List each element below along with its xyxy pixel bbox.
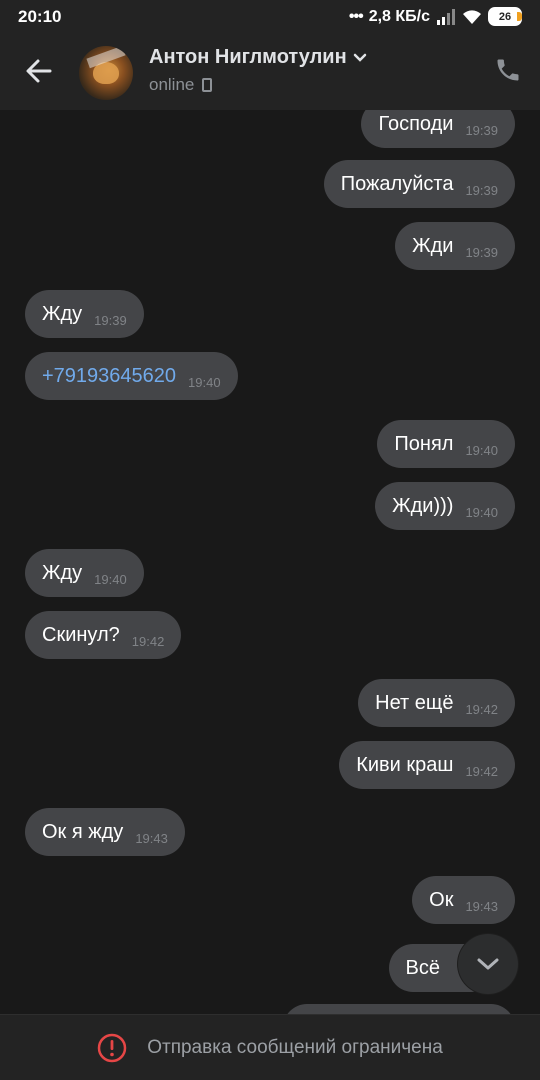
message-bubble[interactable]: Господи 19:39	[361, 110, 515, 148]
message-time: 19:40	[94, 571, 127, 587]
battery-icon: 26	[488, 7, 522, 26]
contact-avatar[interactable]	[79, 46, 133, 100]
message-time: 19:40	[465, 442, 498, 458]
message-text: Нет ещё	[375, 691, 454, 714]
message-text: Жди)))	[392, 494, 454, 517]
message-bubble[interactable]: Понял 19:40	[377, 420, 515, 468]
message-bubble[interactable]: Жду 19:40	[25, 549, 144, 597]
status-indicators: ••• 2,8 КБ/с 26	[349, 7, 522, 26]
message-list[interactable]: Господи 19:39 Пожалуйста 19:39 Жди 19:39…	[0, 110, 540, 1015]
signal-icon	[437, 8, 455, 25]
message-time: 19:40	[188, 374, 221, 390]
contact-name-text: Антон Ниглмотулин	[149, 46, 347, 68]
message-time: 19:40	[465, 504, 498, 520]
arrow-left-icon[interactable]	[22, 54, 56, 88]
message-text: Ок я жду	[42, 820, 124, 843]
status-bar: 20:10 ••• 2,8 КБ/с 26	[0, 0, 540, 34]
message-bubble[interactable]: +79193645620 19:40	[25, 352, 238, 400]
restriction-footer: Отправка сообщений ограничена	[0, 1015, 540, 1080]
message-time: 19:39	[465, 244, 498, 260]
chat-screen: 20:10 ••• 2,8 КБ/с 26 Антон Ниглмотулин	[0, 0, 540, 1080]
network-speed: 2,8 КБ/с	[368, 7, 430, 25]
message-text: Пожалуйста	[340, 172, 454, 195]
chevron-down-icon	[353, 53, 366, 62]
contact-name[interactable]: Антон Ниглмотулин	[149, 46, 367, 69]
message-bubble[interactable]: Жду 19:39	[25, 290, 144, 338]
message-bubble[interactable]: Пожалуйста 19:39	[323, 160, 515, 208]
message-time: 19:43	[135, 830, 168, 846]
message-time: 19:43	[465, 898, 498, 914]
message-time: 19:39	[465, 122, 498, 138]
message-text: Киви краш	[356, 753, 454, 776]
message-text: Жду	[42, 561, 83, 584]
message-text: Понял	[394, 432, 454, 455]
message-text: Скинул?	[42, 623, 120, 646]
more-dots-icon: •••	[348, 7, 364, 25]
message-text: Жду	[42, 302, 83, 325]
restriction-text: Отправка сообщений ограничена	[147, 1036, 443, 1058]
message-time: 19:42	[465, 763, 498, 779]
contact-status: online	[149, 75, 213, 95]
message-bubble[interactable]: Ок я жду 19:43	[25, 808, 185, 856]
status-time: 20:10	[18, 7, 62, 26]
message-time: 19:42	[465, 701, 498, 717]
message-time: 19:42	[131, 633, 165, 649]
message-bubble[interactable]: Жди 19:39	[395, 222, 515, 270]
warning-icon	[97, 1033, 127, 1062]
message-bubble[interactable]: Ок 19:43	[412, 876, 515, 924]
message-text: Ок	[429, 888, 454, 911]
message-text: Жди	[412, 234, 454, 257]
message-bubble[interactable]: Нет ещё 19:42	[358, 679, 515, 727]
message-text: Господи	[378, 112, 454, 135]
message-time: 19:39	[94, 312, 127, 328]
message-bubble[interactable]: Жди))) 19:40	[375, 482, 515, 530]
scroll-down-button[interactable]	[458, 934, 518, 994]
chat-header: Антон Ниглмотулин online	[0, 34, 540, 110]
message-bubble[interactable]: Киви краш 19:42	[339, 741, 515, 789]
mobile-icon	[202, 78, 213, 92]
message-text: Всё	[405, 956, 440, 979]
phone-link[interactable]: +79193645620	[42, 365, 176, 388]
wifi-icon	[463, 9, 481, 24]
message-bubble[interactable]: Скинул? 19:42	[25, 611, 182, 659]
contact-status-text: online	[149, 75, 195, 94]
message-time: 19:39	[465, 182, 498, 198]
phone-icon[interactable]	[494, 56, 522, 84]
chevron-down-icon	[477, 958, 499, 970]
